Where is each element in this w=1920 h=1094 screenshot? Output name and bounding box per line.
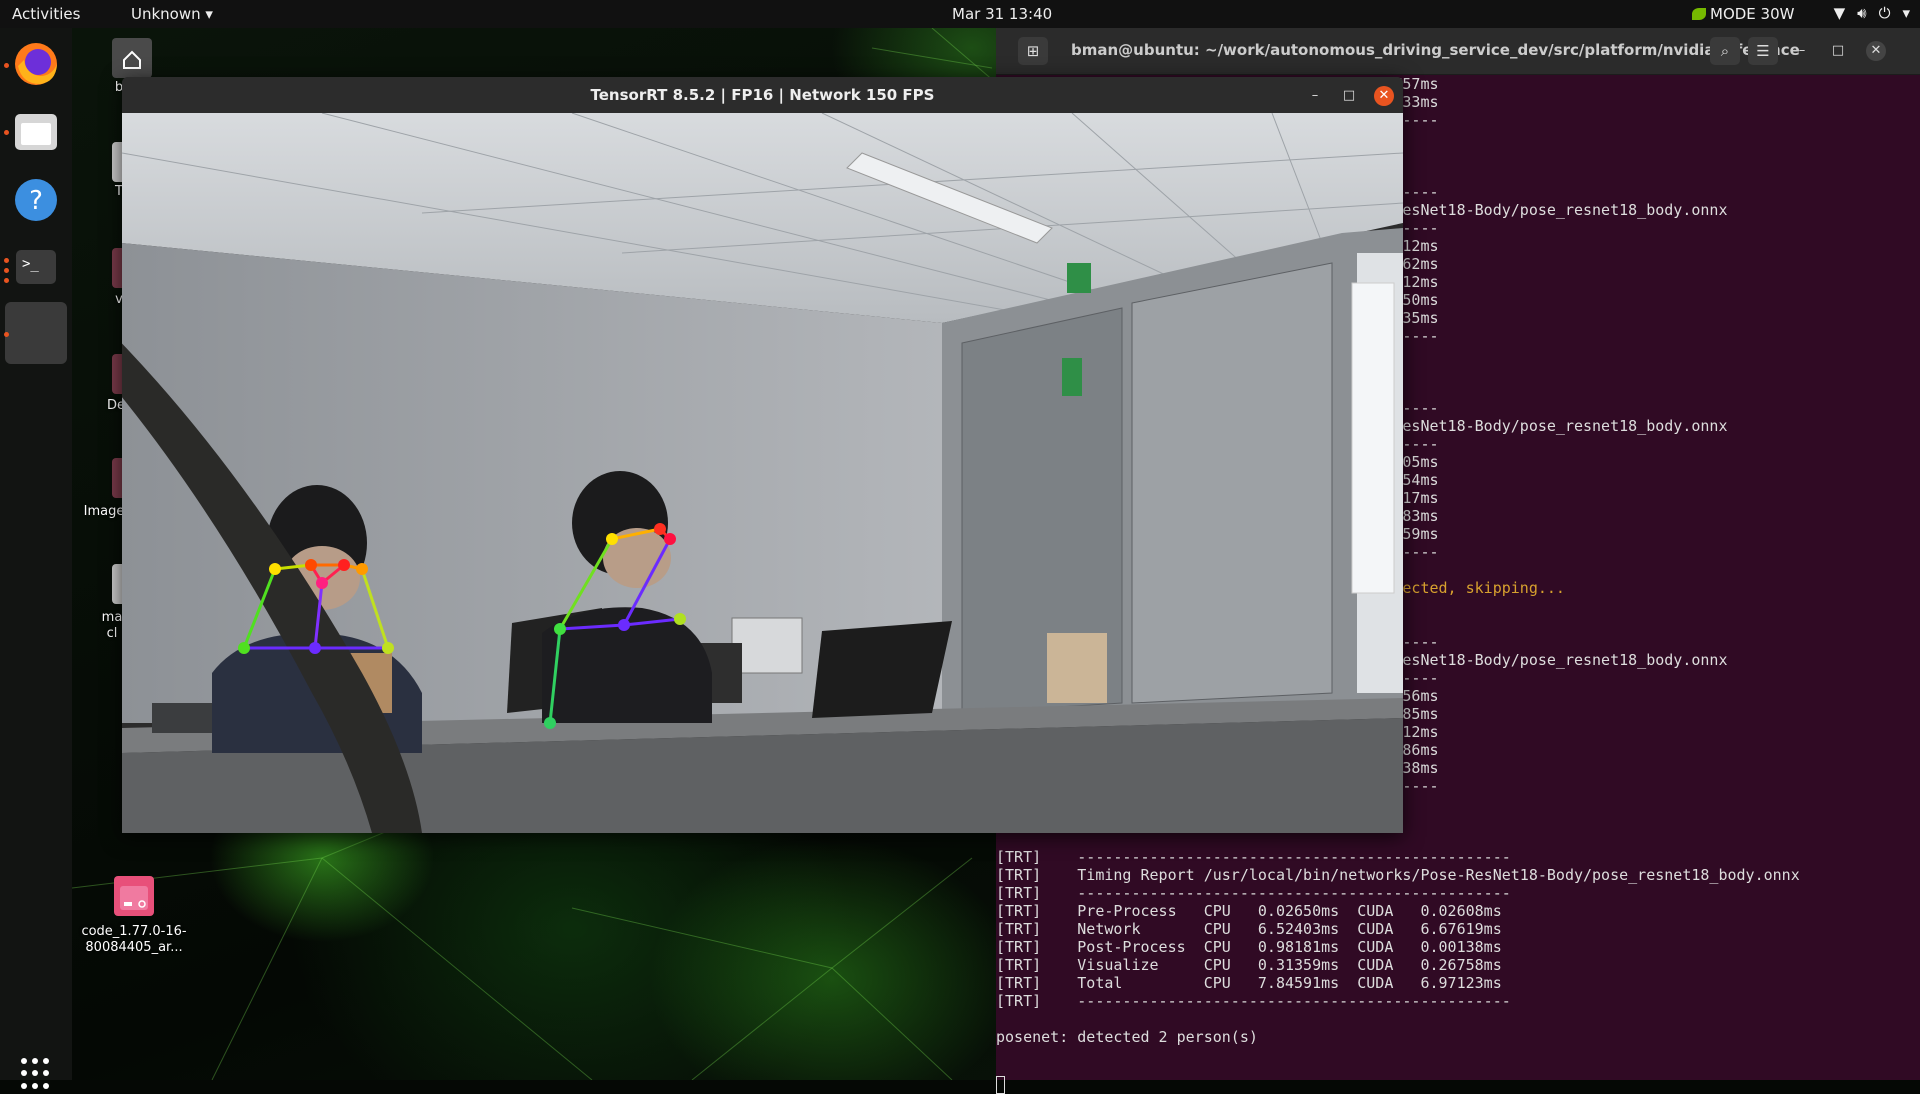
tensorrt-app-launcher[interactable]	[5, 302, 67, 364]
show-applications-button[interactable]	[21, 1058, 53, 1090]
desktop-icon-label: Image	[83, 504, 125, 519]
new-tab-icon: ⊞	[1026, 42, 1040, 60]
firefox-launcher[interactable]	[12, 40, 60, 88]
app-menu-label: Unknown	[131, 5, 201, 23]
dock: ? >_	[0, 28, 72, 1089]
running-indicator	[4, 268, 9, 273]
help-launcher[interactable]: ?	[12, 176, 60, 224]
terminal-line: [TRT] ----------------------------------…	[996, 848, 1511, 866]
nvidia-icon	[1692, 8, 1706, 20]
terminal-line: [TRT] Network CPU 6.52403ms CUDA 6.67619…	[996, 920, 1502, 938]
activities-button[interactable]: Activities	[12, 5, 80, 23]
cardboard-box	[1047, 633, 1107, 703]
grid-dot-icon	[32, 1058, 38, 1064]
exit-sign	[1062, 358, 1082, 396]
volume-icon: 🔊︎	[1857, 4, 1867, 22]
deb-package-icon[interactable]	[114, 876, 154, 916]
chevron-down-icon: ▾	[1902, 4, 1910, 22]
chevron-down-icon: ▾	[205, 5, 213, 23]
terminal-launcher[interactable]: >_	[12, 244, 60, 292]
help-icon: ?	[15, 179, 57, 221]
minimize-icon: –	[1798, 43, 1806, 58]
close-icon: ✕	[1870, 43, 1882, 58]
close-icon: ✕	[1378, 88, 1390, 103]
terminal-line: [TRT] Visualize CPU 0.31359ms CUDA 0.267…	[996, 956, 1502, 974]
terminal-line: [TRT] Post-Process CPU 0.98181ms CUDA 0.…	[996, 938, 1502, 956]
running-indicator	[4, 63, 9, 68]
terminal-line: [TRT] ----------------------------------…	[996, 884, 1511, 902]
camera-feed	[122, 113, 1403, 833]
close-button[interactable]: ✕	[1374, 86, 1394, 106]
grid-dot-icon	[43, 1082, 49, 1089]
terminal-search-button[interactable]: ⌕	[1710, 37, 1740, 65]
terminal-line: [TRT] ----------------------------------…	[996, 992, 1511, 1010]
tensorrt-window[interactable]: TensorRT 8.5.2 | FP16 | Network 150 FPS …	[122, 77, 1403, 833]
wifi-icon: ▼	[1833, 4, 1846, 22]
close-button[interactable]: ✕	[1866, 41, 1886, 61]
hamburger-menu-icon: ☰	[1756, 42, 1770, 60]
whiteboard-screen	[1351, 282, 1395, 594]
maximize-icon: □	[1342, 88, 1356, 103]
desktop-icon-label: code_1.77.0-16- 80084405_ar...	[81, 924, 187, 955]
laptop	[812, 621, 952, 718]
grid-dot-icon	[32, 1082, 38, 1089]
running-indicator	[4, 278, 9, 283]
new-tab-button[interactable]: ⊞	[1018, 37, 1048, 65]
grid-dot-icon	[21, 1082, 27, 1089]
glass-door-right	[1131, 262, 1333, 704]
folder-icon	[15, 114, 57, 150]
minimize-icon: –	[1311, 88, 1319, 103]
system-tray[interactable]: ▼ 🔊︎ ⏻ ▾	[1834, 4, 1910, 22]
grid-dot-icon	[32, 1070, 38, 1077]
terminal-icon: >_	[16, 250, 56, 284]
grid-dot-icon	[21, 1058, 27, 1064]
terminal-line: [TRT] Pre-Process CPU 0.02650ms CUDA 0.0…	[996, 902, 1502, 920]
search-icon: ⌕	[1720, 42, 1730, 60]
maximize-button[interactable]: □	[1828, 41, 1848, 61]
app-menu[interactable]: Unknown ▾	[131, 5, 213, 23]
power-icon: ⏻	[1878, 4, 1891, 22]
terminal-line: [TRT] Total CPU 7.84591ms CUDA 6.97123ms	[996, 974, 1502, 992]
running-indicator	[4, 130, 9, 135]
router-device	[731, 617, 803, 674]
grid-dot-icon	[21, 1070, 27, 1077]
power-mode-label: MODE 30W	[1710, 5, 1795, 23]
minimize-button[interactable]: –	[1792, 41, 1812, 61]
firefox-icon	[15, 43, 57, 85]
maximize-button[interactable]: □	[1339, 86, 1359, 106]
package-icon	[120, 886, 148, 910]
svg-text:>_: >_	[22, 256, 39, 272]
tensorrt-window-title: TensorRT 8.5.2 | FP16 | Network 150 FPS	[590, 86, 935, 104]
terminal-line: posenet: detected 2 person(s)	[996, 1028, 1258, 1046]
grid-dot-icon	[43, 1058, 49, 1064]
terminal-header-bar[interactable]: ⊞ bman@ubuntu: ~/work/autonomous_driving…	[996, 28, 1920, 75]
running-indicator	[4, 258, 9, 263]
clock[interactable]: Mar 31 13:40	[952, 5, 1052, 23]
home-icon	[123, 50, 141, 69]
terminal-line: [TRT] Timing Report /usr/local/bin/netwo…	[996, 866, 1800, 884]
top-bar: Activities Unknown ▾ Mar 31 13:40 MODE 3…	[0, 0, 1920, 28]
power-mode-indicator[interactable]: MODE 30W	[1692, 5, 1794, 23]
svg-text:?: ?	[29, 186, 43, 216]
files-launcher[interactable]	[12, 108, 60, 156]
tensorrt-title-bar[interactable]: TensorRT 8.5.2 | FP16 | Network 150 FPS …	[122, 77, 1403, 113]
terminal-title: bman@ubuntu: ~/work/autonomous_driving_s…	[1071, 41, 1800, 59]
terminal-menu-button[interactable]: ☰	[1748, 37, 1778, 65]
exit-sign	[1067, 263, 1091, 293]
terminal-cursor	[996, 1076, 1005, 1094]
home-folder-icon[interactable]	[112, 38, 152, 78]
minimize-button[interactable]: –	[1305, 86, 1325, 106]
running-indicator	[4, 332, 9, 337]
pose-estimation-frame	[122, 113, 1403, 833]
grid-dot-icon	[43, 1070, 49, 1077]
maximize-icon: □	[1831, 43, 1845, 58]
